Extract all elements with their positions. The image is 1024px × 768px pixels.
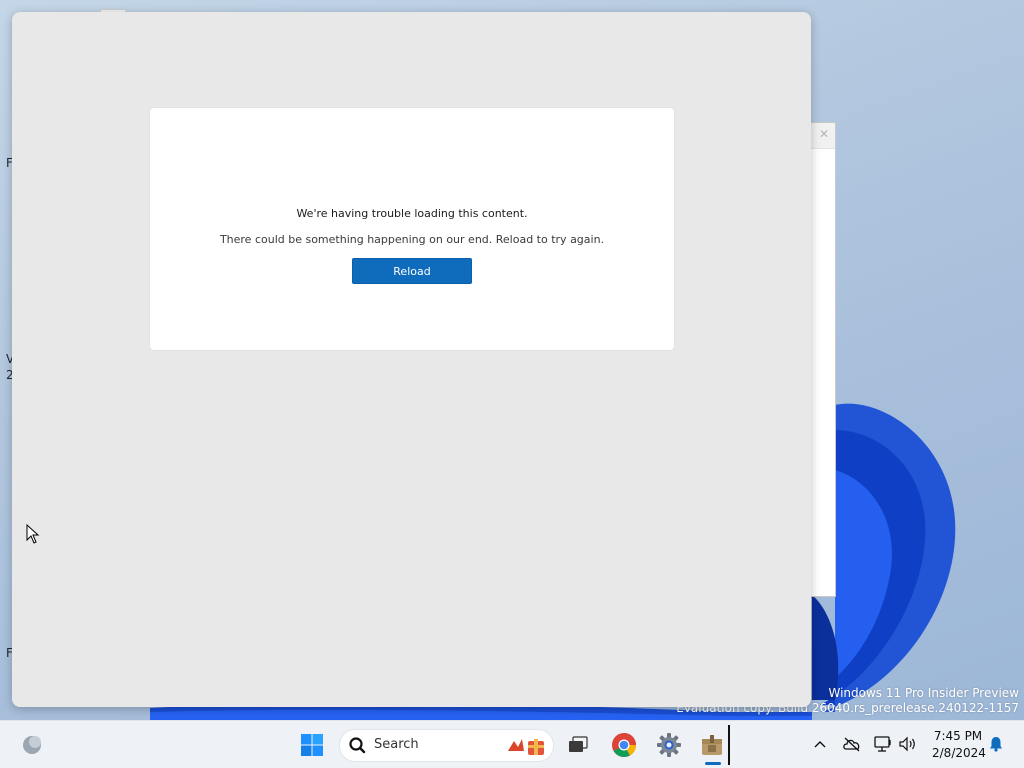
chevron-up-icon [814,741,826,748]
active-app-indicator [705,762,721,765]
network-icon [874,736,891,752]
error-message: There could be something happening on ou… [219,233,605,246]
watermark-edition: Windows 11 Pro Insider Preview [828,686,1019,700]
store-app-icon [702,735,722,755]
error-dialog: We're having trouble loading this conten… [150,108,674,350]
mouse-cursor-icon [26,524,40,544]
chrome-button[interactable] [610,731,638,759]
search-label: Search [374,737,419,752]
active-app-button[interactable] [698,731,726,759]
weather-icon [23,736,41,754]
notification-bell-icon [990,737,1002,752]
settings-icon [657,733,681,757]
search-input[interactable]: Search [339,729,554,762]
text-caret-divider [728,725,730,765]
error-title: We're having trouble loading this conten… [296,207,528,220]
volume-button[interactable] [898,734,918,754]
chrome-icon [612,733,636,758]
onedrive-button[interactable] [842,734,862,754]
taskbar: Search 7:45 PM 2/8/2024 [0,720,1024,768]
start-icon [301,734,323,756]
app-window: We're having trouble loading this conten… [12,12,811,707]
show-hidden-icons-button[interactable] [811,735,829,753]
notifications-button[interactable] [987,735,1005,753]
network-button[interactable] [873,734,893,754]
onedrive-off-icon [843,737,860,752]
start-button[interactable] [298,731,326,759]
volume-icon [899,736,915,752]
clock-time[interactable]: 7:45 PM [932,729,984,743]
close-icon[interactable]: ✕ [819,127,829,141]
search-highlight-icon [508,739,544,755]
task-view-button[interactable] [565,733,591,757]
widgets-button[interactable] [18,733,46,757]
clock-date[interactable]: 2/8/2024 [932,746,986,760]
settings-button[interactable] [655,731,683,759]
reload-button[interactable]: Reload [352,258,472,284]
search-icon [349,737,366,754]
task-view-icon [569,736,588,752]
